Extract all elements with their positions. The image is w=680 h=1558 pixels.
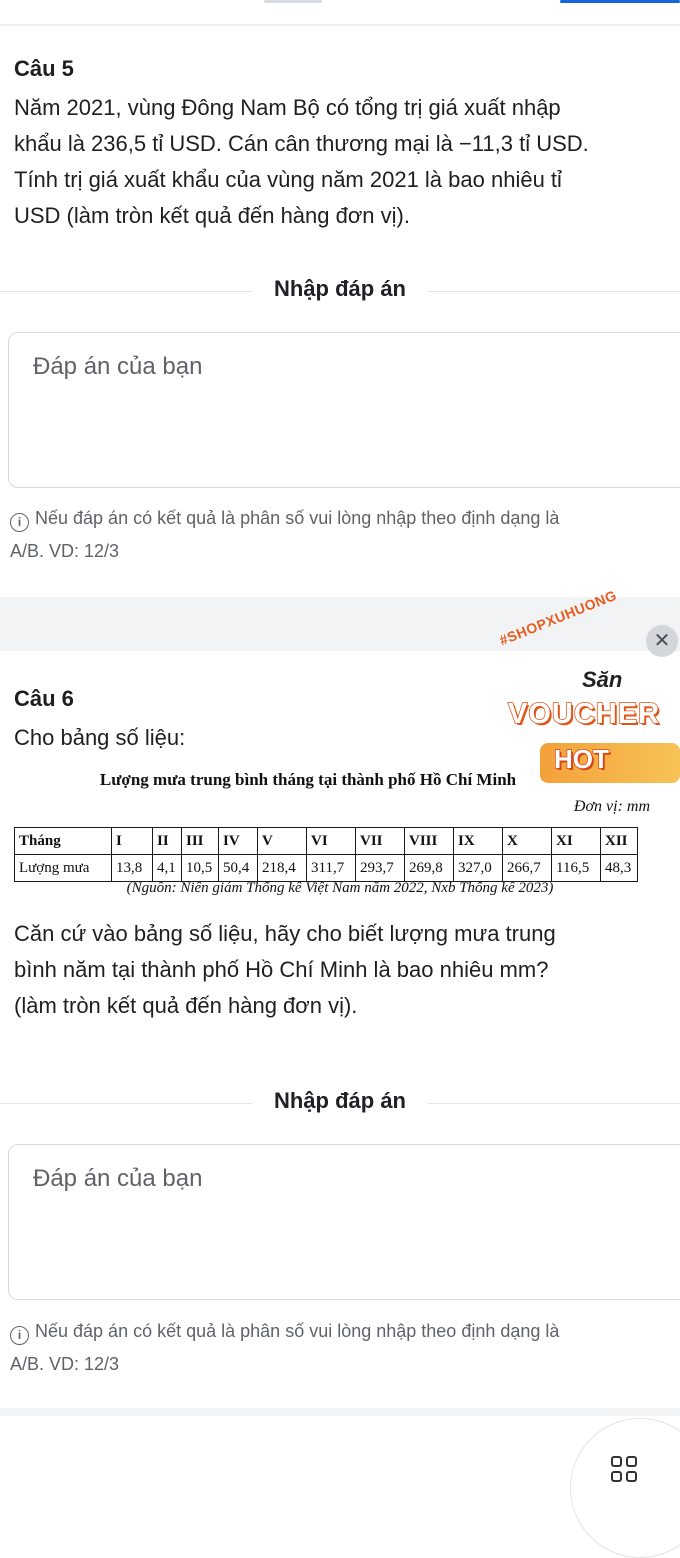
table-cell: 269,8 <box>404 854 454 882</box>
table-cell: 4,1 <box>152 854 182 882</box>
answer-placeholder: Đáp án của bạn <box>33 1165 203 1192</box>
info-icon: i <box>10 513 29 532</box>
question-6-line: Căn cứ vào bảng số liệu, hãy cho biết lư… <box>14 921 556 946</box>
question-6-line: bình năm tại thành phố Hồ Chí Minh là ba… <box>14 957 549 982</box>
table-cell: 50,4 <box>218 854 258 882</box>
table-cell: 218,4 <box>257 854 307 882</box>
rainfall-table: Tháng I II III IV V VI VII VIII IX X XI … <box>14 827 638 882</box>
question-6-title: Câu 6 <box>14 686 74 711</box>
question-grid-button[interactable] <box>570 1418 680 1558</box>
table-header-cell: XI <box>551 827 601 855</box>
table-cell: 266,7 <box>502 854 552 882</box>
table-header-row: Tháng I II III IV V VI VII VIII IX X XI … <box>14 827 638 855</box>
promo-san-label: Săn <box>582 667 623 692</box>
fraction-hint-q5: i Nếu đáp án có kết quả là phân số vui lò… <box>10 502 680 568</box>
answer-heading: Nhập đáp án <box>0 276 680 302</box>
table-source: (Nguồn: Niên giám Thống kê Việt Nam năm … <box>126 880 554 896</box>
answer-placeholder: Đáp án của bạn <box>33 353 203 380</box>
question-5-line: khẩu là 236,5 tỉ USD. Cán cân thương mại… <box>14 131 589 156</box>
close-icon[interactable]: ✕ <box>646 625 678 657</box>
question-5-line: Năm 2021, vùng Đông Nam Bộ có tổng trị g… <box>14 95 561 120</box>
table-cell: 293,7 <box>355 854 405 882</box>
grid-icon[interactable] <box>611 1456 641 1486</box>
table-cell: 13,8 <box>111 854 153 882</box>
answer-heading: Nhập đáp án <box>0 1088 680 1114</box>
table-header-cell: IV <box>218 827 258 855</box>
answer-heading-label: Nhập đáp án <box>251 276 428 301</box>
question-5-line: Tính trị giá xuất khẩu của vùng năm 2021… <box>14 167 562 192</box>
top-tab-indicator <box>264 0 322 3</box>
table-header-cell: XII <box>600 827 638 855</box>
question-6-line: (làm tròn kết quả đến hàng đơn vị). <box>14 993 358 1018</box>
question-5-line: USD (làm tròn kết quả đến hàng đơn vị). <box>14 203 410 228</box>
table-cell: 327,0 <box>453 854 503 882</box>
table-header-cell: IX <box>453 827 503 855</box>
header-divider <box>0 24 680 26</box>
table-cell: 48,3 <box>600 854 638 882</box>
fraction-hint-q6: i Nếu đáp án có kết quả là phân số vui lò… <box>10 1315 680 1381</box>
hint-example: A/B. VD: 12/3 <box>10 541 120 561</box>
table-header-cell: VIII <box>404 827 454 855</box>
table-header-cell: II <box>152 827 182 855</box>
table-header-cell: Tháng <box>14 827 112 855</box>
table-header-cell: V <box>257 827 307 855</box>
table-header-cell: I <box>111 827 153 855</box>
table-row-label: Lượng mưa <box>14 854 112 882</box>
bottom-separator <box>0 1408 680 1416</box>
hint-text: Nếu đáp án có kết quả là phân số vui lòn… <box>35 508 560 528</box>
voucher-promo-banner[interactable]: #SHOPXUHUONG ✕ Săn VOUCHER HOT <box>497 587 680 785</box>
table-header-cell: III <box>181 827 219 855</box>
info-icon: i <box>10 1326 29 1345</box>
table-row: Lượng mưa 13,8 4,1 10,5 50,4 218,4 311,7… <box>14 854 638 882</box>
answer-heading-label: Nhập đáp án <box>251 1088 428 1113</box>
promo-voucher-label: VOUCHER <box>507 697 661 731</box>
question-5-title: Câu 5 <box>14 56 74 81</box>
table-cell: 311,7 <box>306 854 356 882</box>
question-5-text: Năm 2021, vùng Đông Nam Bộ có tổng trị g… <box>14 90 672 234</box>
hint-text: Nếu đáp án có kết quả là phân số vui lòn… <box>35 1321 560 1341</box>
hint-example: A/B. VD: 12/3 <box>10 1354 120 1374</box>
table-header-cell: VII <box>355 827 405 855</box>
table-unit: Đơn vị: mm <box>573 798 650 815</box>
answer-input-q5[interactable]: Đáp án của bạn <box>8 332 680 488</box>
answer-input-q6[interactable]: Đáp án của bạn <box>8 1144 680 1300</box>
table-header-cell: VI <box>306 827 356 855</box>
question-6-text: Căn cứ vào bảng số liệu, hãy cho biết lư… <box>14 916 672 1024</box>
top-tab-active-indicator <box>560 0 680 3</box>
promo-hot-label: HOT <box>553 743 609 775</box>
table-header-cell: X <box>502 827 552 855</box>
table-cell: 116,5 <box>551 854 601 882</box>
table-cell: 10,5 <box>181 854 219 882</box>
